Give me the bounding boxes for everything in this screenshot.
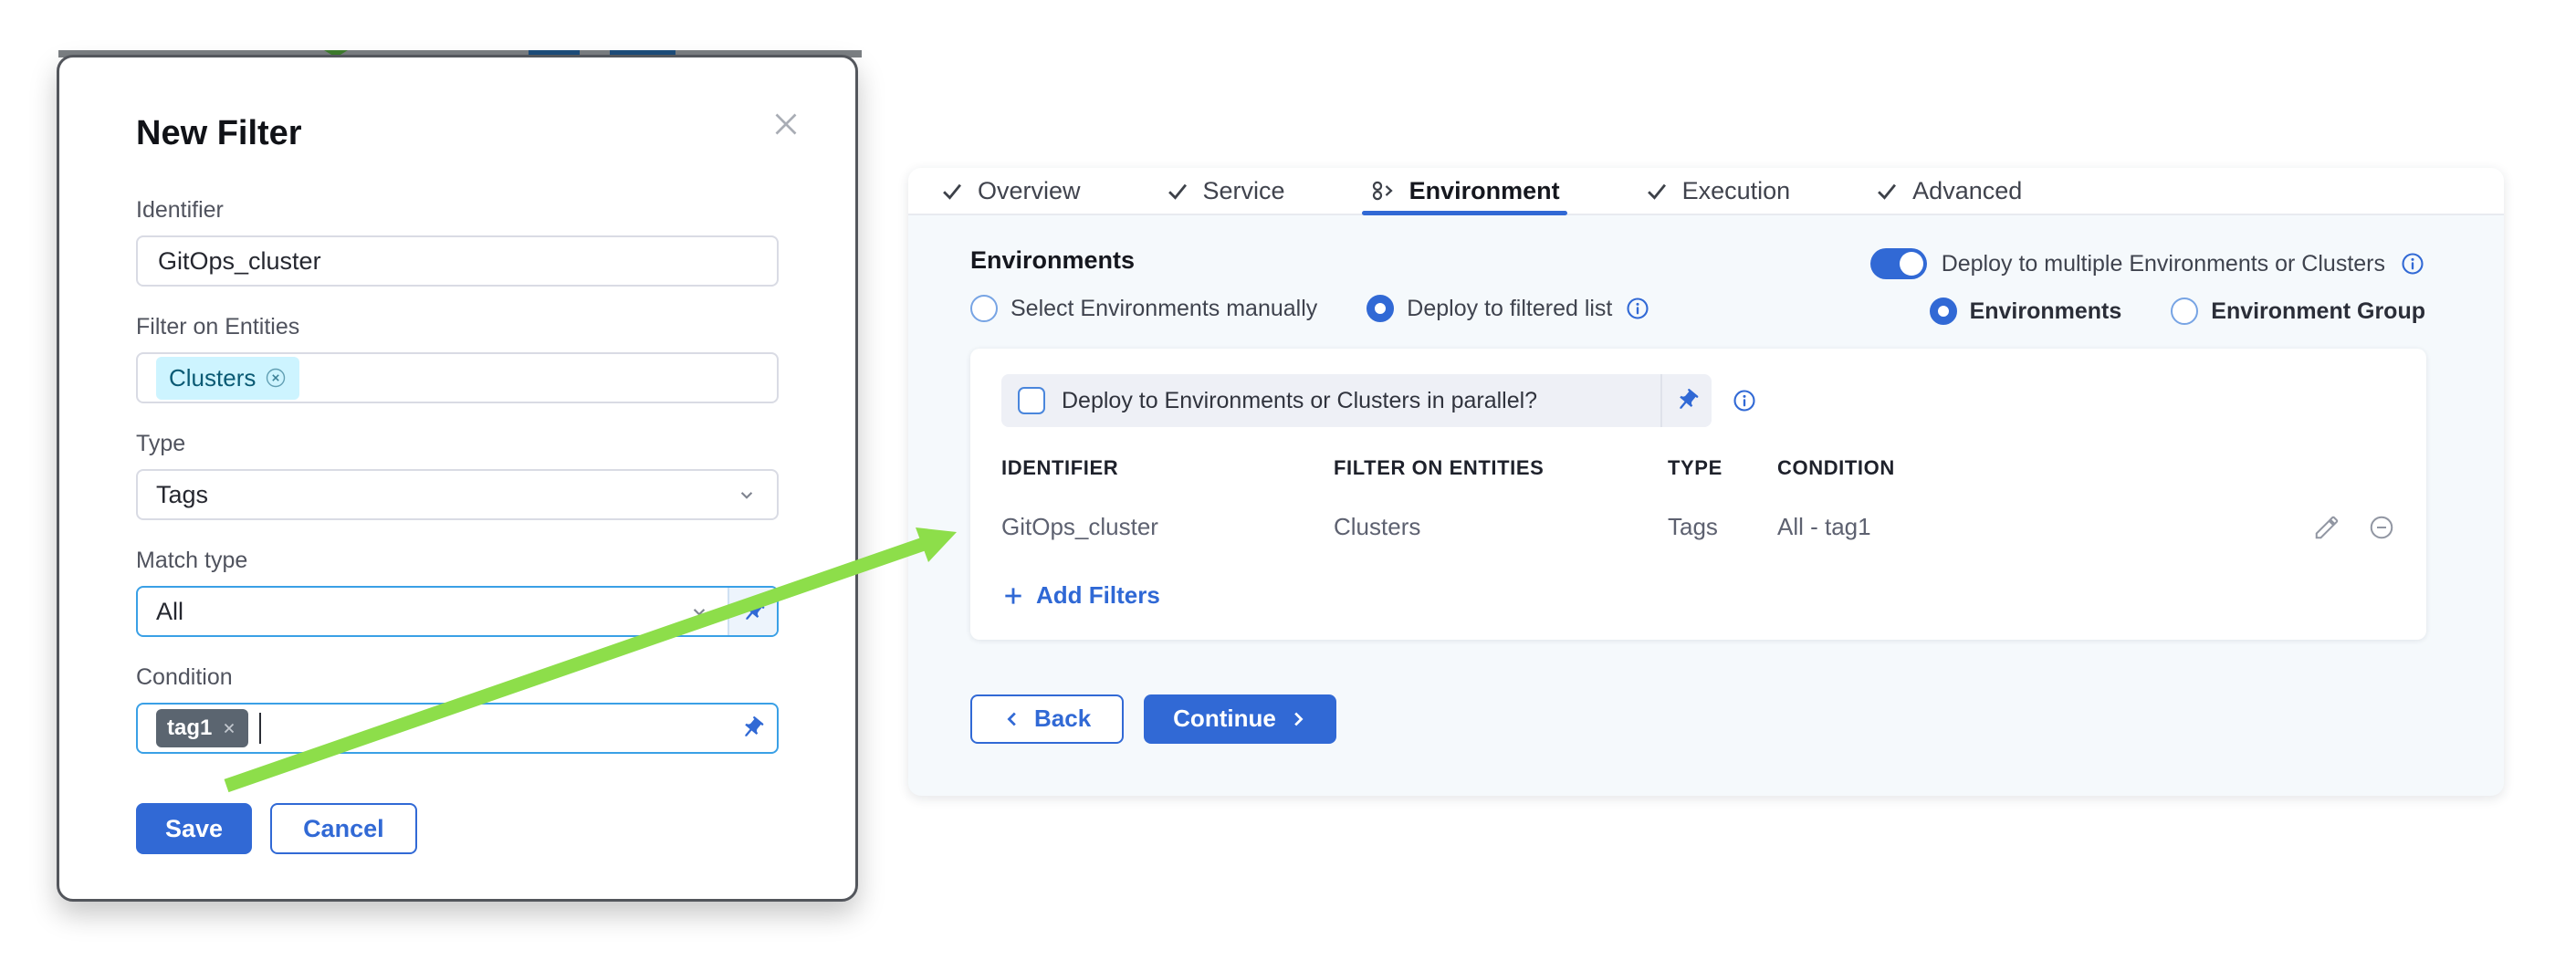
match-type-label: Match type [136,548,779,574]
check-icon [939,178,965,204]
environment-stage-panel: Overview Service Environment Execution [908,168,2504,796]
pipeline-tab-bar: Overview Service Environment Execution [908,168,2504,215]
parallel-checkbox-bar[interactable]: Deploy to Environments or Clusters in pa… [1001,374,1712,427]
entities-input[interactable]: Clusters [136,352,779,403]
col-identifier: IDENTIFIER [1001,456,1334,513]
remove-chip-icon[interactable] [265,367,287,389]
type-select[interactable]: Tags [136,469,779,520]
info-icon[interactable] [1732,388,1757,413]
condition-label: Condition [136,664,779,691]
condition-input[interactable]: tag1 [136,703,779,754]
identifier-label: Identifier [136,197,779,224]
environments-left-block: Environments Select Environments manuall… [970,246,1650,322]
pin-icon[interactable] [728,705,777,752]
pin-icon[interactable] [1662,374,1712,427]
radio-button[interactable] [1367,295,1394,322]
tab-environment[interactable]: Environment [1369,168,1560,214]
radio-button[interactable] [970,295,998,322]
modal-title: New Filter [136,114,779,153]
chevron-down-icon [735,483,759,506]
edit-icon[interactable] [2313,514,2340,541]
multi-env-controls: Deploy to multiple Environments or Clust… [1870,246,2425,325]
chevron-down-icon [687,600,711,623]
check-icon [1644,178,1670,204]
check-icon [1165,178,1190,204]
page: New Filter Identifier Filter on Entities… [0,0,2576,971]
plus-icon [1001,584,1025,608]
radio-environments[interactable]: Environments [1930,298,2122,325]
tab-execution[interactable]: Execution [1644,168,1791,214]
col-type: TYPE [1668,456,1777,513]
radio-environment-group[interactable]: Environment Group [2171,298,2425,325]
cell-identifier: GitOps_cluster [1001,513,1334,541]
chevron-right-icon [1287,709,1307,729]
col-condition: CONDITION [1777,456,2286,513]
add-filters-button[interactable]: Add Filters [1001,581,1160,610]
tab-overview[interactable]: Overview [939,168,1081,214]
entities-label: Filter on Entities [136,314,779,340]
type-value: Tags [156,481,208,509]
cell-type: Tags [1668,513,1777,541]
cell-entities: Clusters [1334,513,1668,541]
radio-button[interactable] [1930,298,1957,325]
tab-advanced[interactable]: Advanced [1874,168,2022,214]
check-icon [1874,178,1900,204]
info-icon[interactable] [2400,251,2425,277]
chevron-left-icon [1003,709,1023,729]
col-entities: FILTER ON ENTITIES [1334,456,1668,513]
match-type-value: All [156,598,183,626]
environments-heading: Environments [970,246,1650,275]
environment-icon [1369,177,1397,204]
continue-button[interactable]: Continue [1144,694,1336,744]
radio-select-manually[interactable]: Select Environments manually [970,295,1317,322]
condition-chip: tag1 [156,709,248,747]
entities-chip: Clusters [156,357,299,400]
filters-table: IDENTIFIER FILTER ON ENTITIES TYPE CONDI… [1001,456,2395,541]
save-button[interactable]: Save [136,803,252,854]
row-actions [2286,514,2395,541]
parallel-checkbox[interactable] [1018,387,1045,414]
cell-condition: All - tag1 [1777,513,2286,541]
pin-icon[interactable] [728,588,777,635]
text-cursor [259,713,261,744]
identifier-input[interactable] [136,235,779,287]
back-button[interactable]: Back [970,694,1124,744]
filters-card: Deploy to Environments or Clusters in pa… [970,349,2426,640]
tab-service[interactable]: Service [1165,168,1285,214]
multi-env-toggle[interactable] [1870,248,1927,279]
match-type-select[interactable]: All [136,586,779,637]
radio-button[interactable] [2171,298,2198,325]
new-filter-modal: New Filter Identifier Filter on Entities… [57,55,858,902]
close-icon[interactable] [768,107,804,143]
type-label: Type [136,431,779,457]
remove-icon[interactable] [2368,514,2395,541]
radio-deploy-filtered[interactable]: Deploy to filtered list [1367,295,1650,322]
info-icon[interactable] [1625,296,1650,321]
cancel-button[interactable]: Cancel [270,803,417,854]
remove-chip-icon[interactable] [221,720,237,736]
